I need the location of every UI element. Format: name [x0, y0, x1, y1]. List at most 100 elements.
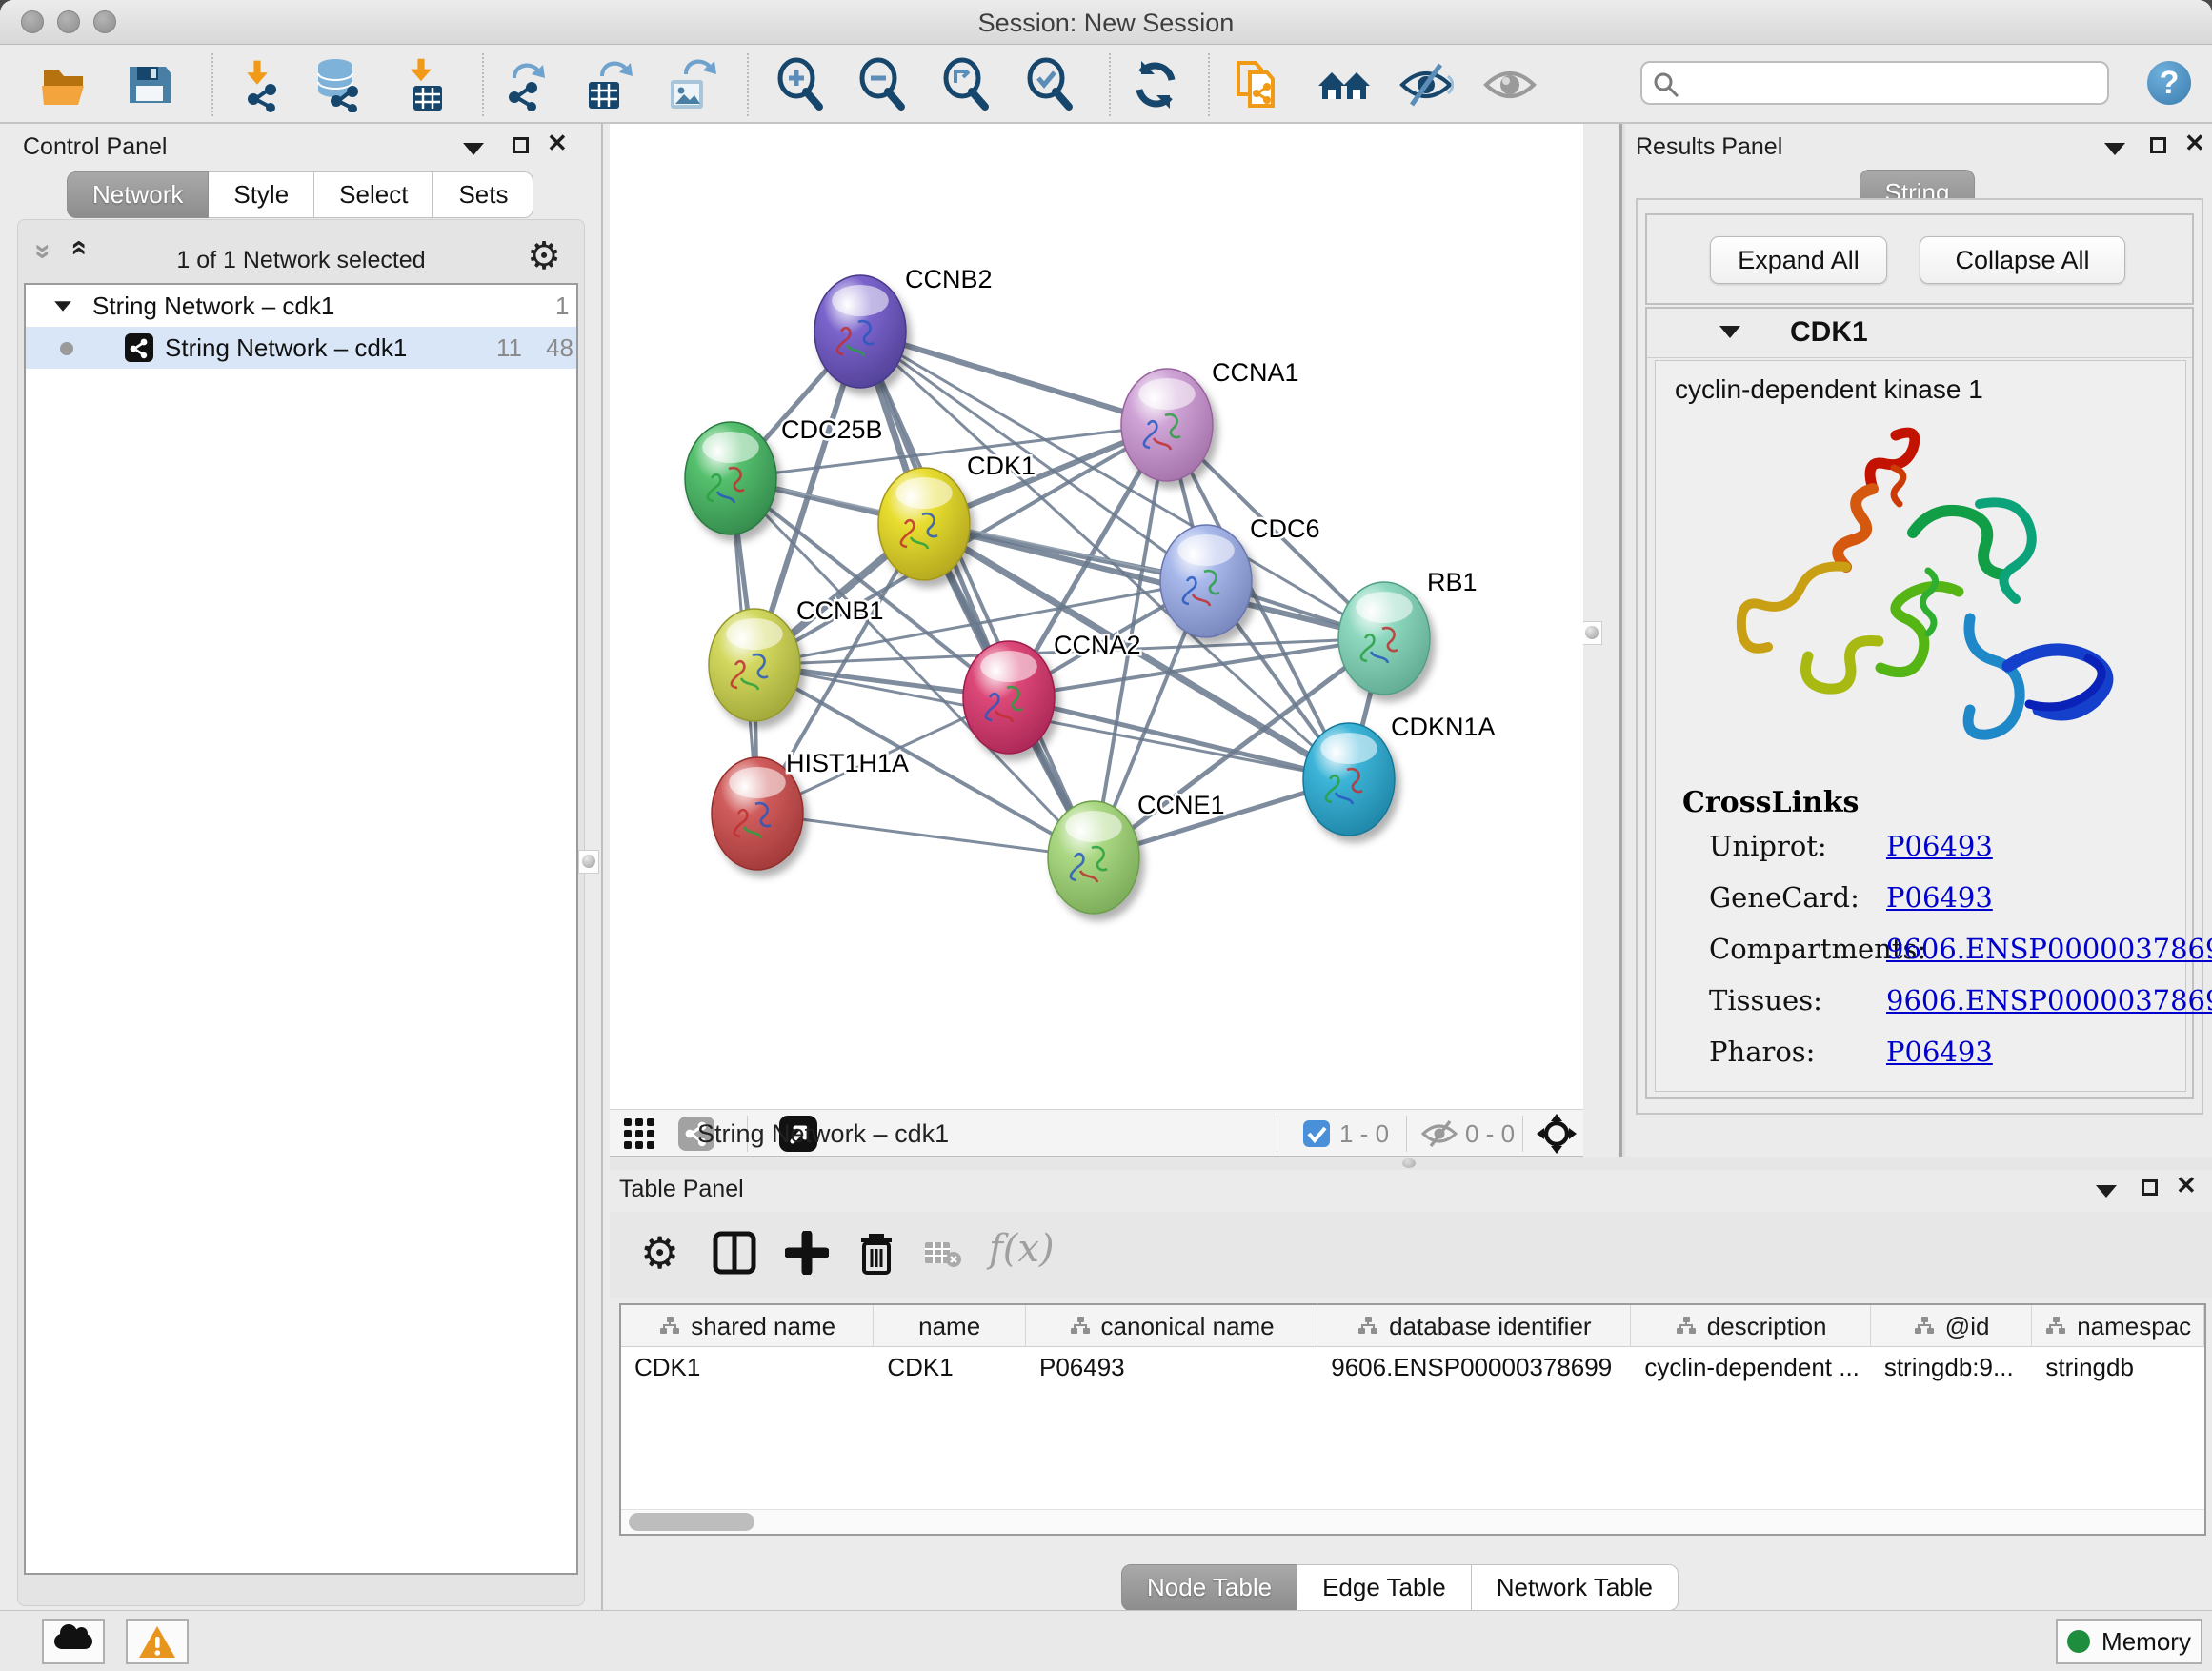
control-panel-float-icon[interactable] — [463, 143, 484, 155]
column-header-shared-name[interactable]: shared name — [621, 1305, 874, 1347]
cell-namespac[interactable]: stringdb — [2032, 1347, 2204, 1387]
import-network-file-icon[interactable] — [232, 57, 288, 112]
cell-@id[interactable]: stringdb:9... — [1871, 1347, 2033, 1387]
node-CDC25B[interactable] — [685, 422, 776, 534]
export-image-icon[interactable] — [663, 57, 718, 112]
node-CDKN1A[interactable] — [1303, 723, 1395, 836]
import-network-database-icon[interactable] — [311, 57, 366, 112]
tab-select[interactable]: Select — [314, 171, 433, 218]
hide-selected-icon[interactable] — [1398, 57, 1454, 112]
crosslink-value-link[interactable]: P06493 — [1886, 1036, 1993, 1068]
tab-style[interactable]: Style — [209, 171, 314, 218]
left-splitter[interactable] — [602, 124, 610, 1610]
node-CCNB2[interactable] — [814, 275, 906, 388]
table-hscrollbar-thumb[interactable] — [629, 1513, 754, 1531]
zoom-selected-icon[interactable] — [1023, 57, 1078, 112]
edge-CCNB2-CCNA1[interactable] — [860, 332, 1167, 425]
cell-shared-name[interactable]: CDK1 — [621, 1347, 874, 1387]
horizontal-splitter[interactable] — [610, 1157, 2212, 1170]
help-button[interactable]: ? — [2147, 61, 2191, 105]
crosslink-value-link[interactable]: P06493 — [1886, 881, 1993, 914]
table-panel-title: Table Panel — [619, 1176, 744, 1203]
column-header-canonical-name[interactable]: canonical name — [1026, 1305, 1317, 1347]
zoom-in-icon[interactable] — [774, 57, 829, 112]
column-header-@id[interactable]: @id — [1871, 1305, 2033, 1347]
network-options-gear-icon[interactable]: ⚙ — [527, 237, 561, 275]
cell-database-identifier[interactable]: 9606.ENSP00000378699 — [1317, 1347, 1631, 1387]
horizontal-splitter-handle[interactable] — [1402, 1158, 1416, 1168]
crosslink-label: Pharos: — [1709, 1036, 1815, 1068]
collapse-all-button[interactable]: Collapse All — [1920, 236, 2125, 284]
export-network-icon[interactable] — [499, 57, 554, 112]
open-session-icon[interactable] — [38, 57, 93, 112]
network-row[interactable]: String Network – cdk1 11 48 — [26, 327, 576, 369]
column-header-description[interactable]: description — [1631, 1305, 1870, 1347]
hidden-node-edge-counts: 0 - 0 — [1465, 1119, 1515, 1149]
edge-CCNB2-CCNE1[interactable] — [860, 332, 1094, 857]
cell-name[interactable]: CDK1 — [874, 1347, 1026, 1387]
node-CDK1[interactable] — [878, 468, 970, 580]
collection-expander-icon[interactable] — [54, 301, 71, 311]
right-splitter-handle[interactable] — [1581, 621, 1602, 645]
copy-style-icon[interactable] — [1233, 57, 1288, 112]
network-collection-row[interactable]: String Network – cdk1 1 — [26, 285, 576, 327]
cell-description[interactable]: cyclin-dependent ... — [1631, 1347, 1870, 1387]
crosslink-value-link[interactable]: 9606.ENSP00000378699 — [1886, 984, 2212, 1017]
table-panel-close-icon[interactable]: ✕ — [2176, 1178, 2197, 1194]
node-RB1[interactable] — [1338, 582, 1430, 695]
search-input[interactable] — [1686, 67, 2096, 99]
warnings-button[interactable] — [126, 1619, 189, 1664]
node-CDC6[interactable] — [1160, 525, 1252, 637]
column-header-label: shared name — [691, 1312, 835, 1341]
tab-network[interactable]: Network — [67, 171, 209, 218]
export-table-icon[interactable] — [581, 57, 636, 112]
crosslink-value-link[interactable]: P06493 — [1886, 830, 1993, 862]
tab-network-table[interactable]: Network Table — [1472, 1564, 1679, 1611]
edge-HIST1H1A-CCNE1[interactable] — [757, 814, 1094, 857]
node-CCNB1[interactable] — [709, 609, 800, 721]
table-panel-float-icon[interactable] — [2096, 1185, 2117, 1198]
shared-column-icon — [1357, 1316, 1379, 1337]
column-header-database-identifier[interactable]: database identifier — [1317, 1305, 1631, 1347]
table-panel-maximize-icon[interactable] — [2142, 1179, 2158, 1196]
save-session-icon[interactable] — [122, 57, 177, 112]
entry-expander-icon[interactable] — [1719, 326, 1740, 338]
node-CCNA1[interactable] — [1121, 369, 1213, 481]
crosslink-value-link[interactable]: 9606.ENSP00000378699 — [1886, 933, 2212, 965]
selected-checkbox-icon[interactable] — [1303, 1120, 1330, 1147]
column-header-label: name — [918, 1312, 980, 1341]
delete-column-icon[interactable] — [855, 1231, 897, 1277]
birds-eye-view-icon[interactable] — [1536, 1113, 1578, 1155]
first-neighbors-icon[interactable] — [1317, 57, 1372, 112]
show-columns-icon[interactable] — [713, 1231, 756, 1275]
results-panel-close-icon[interactable]: ✕ — [2184, 135, 2205, 151]
results-panel-maximize-icon[interactable] — [2150, 137, 2166, 153]
show-all-icon[interactable] — [1482, 57, 1538, 112]
import-table-file-icon[interactable] — [394, 57, 450, 112]
left-splitter-handle[interactable] — [578, 850, 599, 874]
expand-all-button[interactable]: Expand All — [1710, 236, 1887, 284]
memory-button[interactable]: Memory — [2056, 1619, 2202, 1664]
cell-canonical-name[interactable]: P06493 — [1026, 1347, 1317, 1387]
network-canvas[interactable]: CCNB2CCNA1CDC25BCDK1CDC6RB1CCNB1CCNA2CDK… — [610, 124, 1583, 1109]
automation-button[interactable] — [42, 1619, 105, 1664]
grid-view-icon[interactable] — [623, 1117, 657, 1150]
refresh-icon[interactable] — [1128, 57, 1183, 112]
column-header-name[interactable]: name — [874, 1305, 1026, 1347]
node-CCNA2[interactable] — [963, 641, 1055, 754]
search-field[interactable] — [1640, 61, 2109, 105]
zoom-fit-icon[interactable] — [939, 57, 995, 112]
control-panel-close-icon[interactable]: ✕ — [547, 135, 568, 151]
zoom-out-icon[interactable] — [855, 57, 911, 112]
control-panel-maximize-icon[interactable] — [513, 137, 529, 153]
table-options-gear-icon[interactable]: ⚙ — [640, 1231, 679, 1275]
tab-node-table[interactable]: Node Table — [1121, 1564, 1297, 1611]
results-panel-float-icon[interactable] — [2104, 143, 2125, 155]
table-row[interactable]: CDK1CDK1P064939606.ENSP00000378699cyclin… — [621, 1347, 2204, 1387]
tab-edge-table[interactable]: Edge Table — [1297, 1564, 1472, 1611]
column-header-namespac[interactable]: namespac — [2032, 1305, 2204, 1347]
gene-entry-header[interactable]: CDK1 — [1647, 309, 2192, 358]
create-column-icon[interactable] — [785, 1231, 829, 1275]
node-CCNE1[interactable] — [1048, 801, 1139, 914]
tab-sets[interactable]: Sets — [433, 171, 533, 218]
